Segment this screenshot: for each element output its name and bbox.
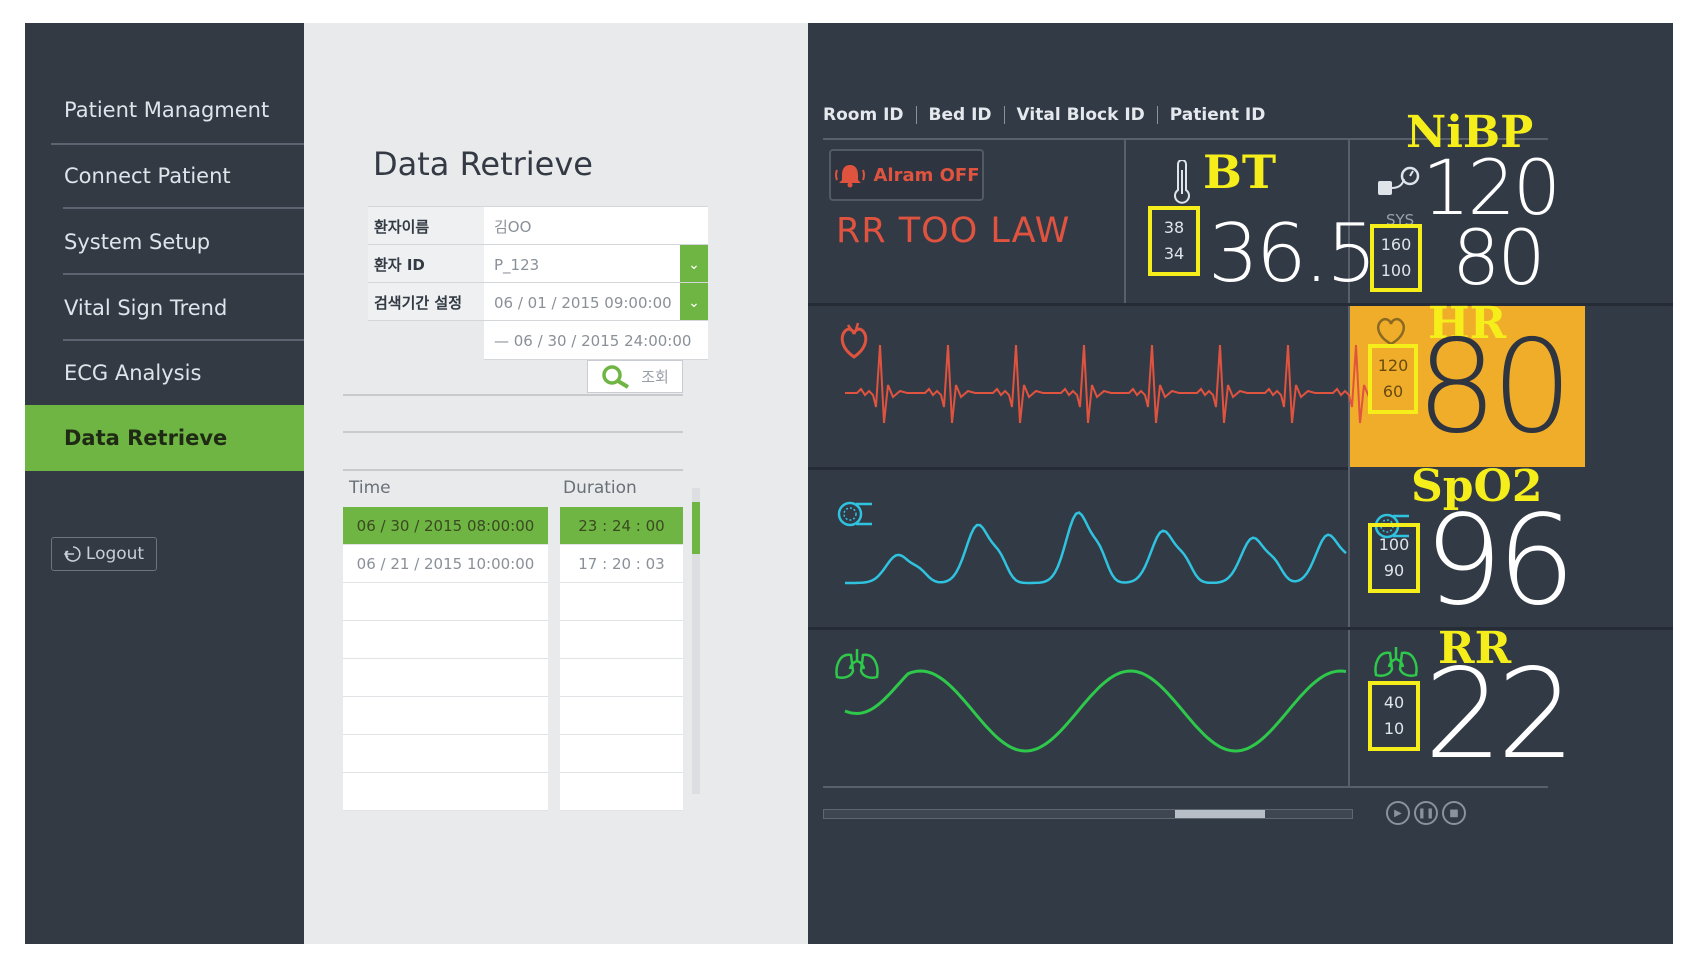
page-title: Data Retrieve: [373, 145, 593, 183]
nibp-dia-value: 80: [1452, 213, 1546, 302]
chevron-down-icon[interactable]: ⌄: [680, 283, 708, 322]
hr-low-limit: 60: [1382, 382, 1404, 401]
respiration-waveform: [844, 669, 1347, 753]
pause-button[interactable]: ❚❚: [1414, 801, 1438, 825]
hr-range-box: 120 60: [1368, 344, 1418, 414]
table-row-empty: [343, 697, 683, 735]
sidebar-item-ecg-analysis[interactable]: ECG Analysis: [51, 338, 304, 408]
lungs-icon: [1374, 647, 1418, 677]
spo2-range-box: 100 90: [1368, 523, 1420, 593]
divider: [343, 431, 683, 433]
sidebar-item-system-setup[interactable]: System Setup: [51, 207, 304, 277]
results-scrollbar[interactable]: [692, 488, 700, 794]
table-row[interactable]: 06 / 30 / 2015 08:00:00 23 : 24 : 00: [343, 507, 683, 545]
logout-button[interactable]: Logout: [51, 537, 157, 571]
sidebar-item-patient-management[interactable]: Patient Managment: [51, 75, 304, 145]
results-header: Time Duration: [343, 478, 683, 506]
table-row-empty: [343, 621, 683, 659]
sidebar-item-label: System Setup: [64, 230, 211, 254]
time-cell: 06 / 30 / 2015 08:00:00: [343, 507, 548, 545]
form-row-id: 환자 ID P_123 ⌄: [368, 244, 708, 284]
column-header-time: Time: [349, 478, 391, 498]
hr-high-limit: 120: [1377, 356, 1409, 375]
duration-cell: 23 : 24 : 00: [560, 507, 683, 545]
sidebar-item-label: Connect Patient: [64, 164, 231, 188]
hr-value: 80: [1416, 313, 1573, 462]
sidebar: Patient Managment Connect Patient System…: [25, 23, 304, 944]
stop-icon: ■: [1449, 807, 1459, 819]
play-button[interactable]: ▶: [1386, 801, 1410, 825]
stop-button[interactable]: ■: [1442, 801, 1466, 825]
play-icon: ▶: [1394, 807, 1402, 819]
sidebar-item-connect-patient[interactable]: Connect Patient: [51, 141, 304, 211]
period-label: 검색기간 설정: [368, 283, 484, 322]
id-label: 환자 ID: [368, 245, 484, 284]
search-label: 조회: [641, 368, 669, 386]
sidebar-item-label: ECG Analysis: [64, 361, 202, 385]
app-window: Patient Managment Connect Patient System…: [25, 23, 1673, 944]
rr-value: 22: [1424, 643, 1576, 787]
playback-progress[interactable]: [823, 809, 1353, 819]
column-header-duration: Duration: [563, 478, 637, 498]
form-row-period: 검색기간 설정 06 / 01 / 2015 09:00:00 ⌄: [368, 282, 708, 322]
nibp-high-limit: 160: [1380, 235, 1412, 254]
table-row[interactable]: 06 / 21 / 2015 10:00:00 17 : 20 : 03: [343, 545, 683, 583]
nibp-range-box: 160 100: [1370, 224, 1422, 292]
table-row-empty: [343, 659, 683, 697]
waveform-area: [844, 344, 1368, 753]
rr-range-box: 40 10: [1368, 681, 1420, 751]
blood-pressure-icon: [1378, 166, 1420, 195]
nibp-low-limit: 100: [1380, 261, 1412, 280]
magnifier-icon: [602, 364, 630, 389]
name-label: 환자이름: [368, 207, 484, 246]
sidebar-item-label: Vital Sign Trend: [64, 296, 228, 320]
period-end-field[interactable]: — 06 / 30 / 2015 24:00:00: [494, 321, 691, 360]
form-row-period-end: — 06 / 30 / 2015 24:00:00: [368, 320, 708, 360]
playback-progress-thumb[interactable]: [1175, 810, 1265, 818]
rr-low-limit: 10: [1383, 719, 1405, 738]
logout-icon: [63, 546, 81, 562]
time-cell: 06 / 21 / 2015 10:00:00: [343, 545, 548, 583]
search-button[interactable]: 조회: [587, 360, 683, 393]
id-field[interactable]: P_123: [494, 245, 539, 284]
ecg-waveform: [845, 344, 1368, 424]
spo2-high-limit: 100: [1378, 535, 1410, 554]
table-row-empty: [343, 583, 683, 621]
sidebar-item-vital-sign-trend[interactable]: Vital Sign Trend: [51, 273, 304, 343]
sidebar-item-label: Patient Managment: [64, 98, 270, 122]
blank-label: [368, 321, 484, 360]
duration-cell: 17 : 20 : 03: [560, 545, 683, 583]
spo2-waveform: [845, 511, 1347, 585]
divider: [343, 469, 683, 471]
sidebar-item-data-retrieve[interactable]: Data Retrieve: [25, 405, 304, 471]
scrollbar-thumb[interactable]: [692, 502, 700, 554]
chevron-down-icon[interactable]: ⌄: [680, 245, 708, 284]
table-row-empty: [343, 773, 683, 811]
heart-icon: [1377, 317, 1405, 346]
spo2-value: 96: [1424, 489, 1576, 633]
name-field[interactable]: 김OO: [494, 207, 531, 246]
logout-label: Logout: [85, 544, 145, 564]
period-start-field[interactable]: 06 / 01 / 2015 09:00:00: [494, 283, 672, 322]
rr-high-limit: 40: [1383, 693, 1405, 712]
form-row-name: 환자이름 김OO: [368, 206, 708, 246]
spo2-low-limit: 90: [1383, 561, 1405, 580]
sidebar-item-label: Data Retrieve: [64, 426, 228, 450]
vital-monitor: Room ID Bed ID Vital Block ID Patient ID…: [808, 23, 1673, 944]
pause-icon: ❚❚: [1417, 807, 1435, 819]
divider: [343, 394, 683, 396]
table-row-empty: [343, 735, 683, 773]
